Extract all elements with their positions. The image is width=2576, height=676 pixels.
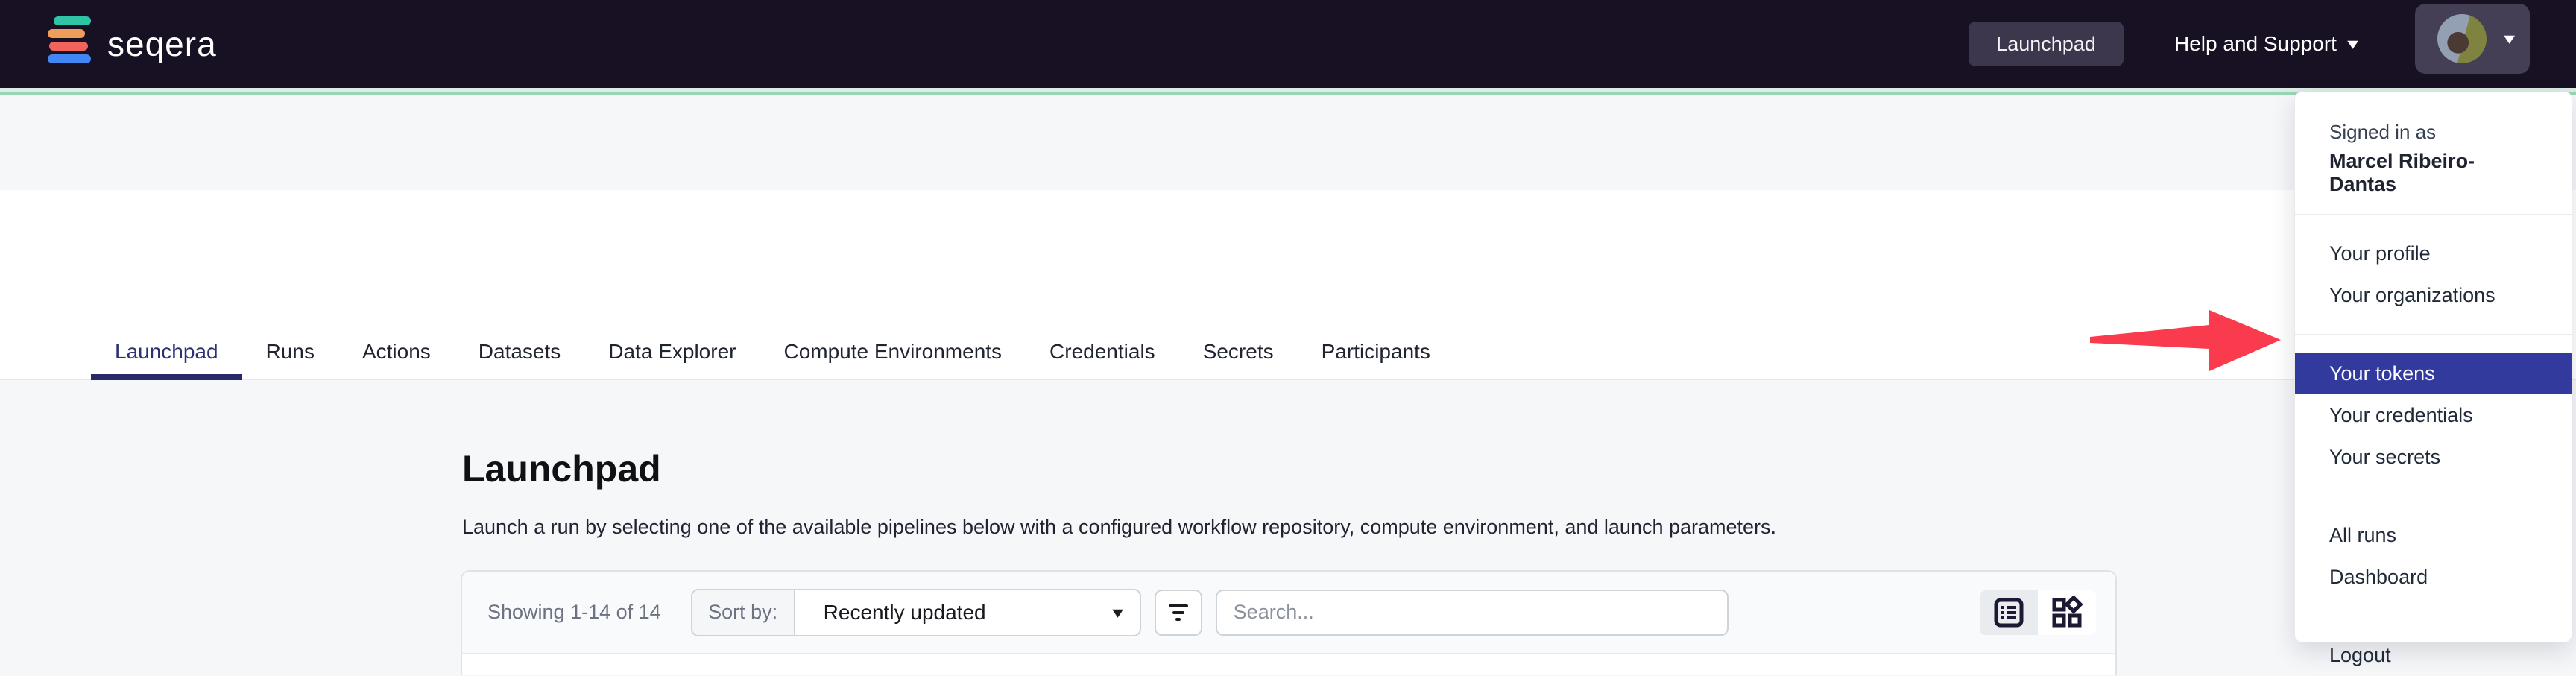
menu-divider [2295,214,2572,215]
tab-data-explorer[interactable]: Data Explorer [584,325,760,379]
sort-selected-value[interactable]: Recently updated ▾ [795,590,1140,635]
page-title: Launchpad [462,447,661,490]
list-view-icon [1993,597,2024,628]
workspace-tabs: Launchpad Runs Actions Datasets Data Exp… [91,325,1454,379]
pipelines-toolbar: Showing 1-14 of 14 Sort by: Recently upd… [462,572,2115,654]
menu-item-logout[interactable]: Logout [2295,634,2572,676]
sort-by-label: Sort by: [692,590,795,635]
menu-item-your-credentials[interactable]: Your credentials [2295,394,2572,436]
signed-in-header: Signed in as Marcel Ribeiro-Dantas [2295,118,2572,196]
view-toggle [1980,590,2096,635]
filter-lines-icon [1169,604,1188,607]
seqera-logo[interactable]: seqera [48,16,217,72]
menu-item-your-profile[interactable]: Your profile [2295,233,2572,274]
navbar-launchpad-button[interactable]: Launchpad [1969,22,2124,66]
search-input[interactable] [1216,590,1729,636]
menu-item-your-tokens[interactable]: Your tokens [2295,353,2572,394]
tab-datasets[interactable]: Datasets [455,325,585,379]
tab-compute-environments[interactable]: Compute Environments [760,325,1026,379]
grid-view-button[interactable] [2038,590,2096,635]
seqera-logo-icon [48,16,94,72]
brand-name: seqera [107,24,217,64]
filter-button[interactable] [1155,590,1202,636]
tab-launchpad[interactable]: Launchpad [91,325,242,379]
tab-secrets[interactable]: Secrets [1179,325,1298,379]
menu-divider [2295,334,2572,335]
menu-item-all-runs[interactable]: All runs [2295,514,2572,556]
top-navbar: seqera Launchpad Help and Support ▾ ▾ [0,0,2576,88]
menu-item-dashboard[interactable]: Dashboard [2295,556,2572,598]
menu-item-your-organizations[interactable]: Your organizations [2295,274,2572,316]
avatar [2437,14,2487,63]
user-menu-button[interactable]: ▾ [2415,4,2530,74]
tab-actions[interactable]: Actions [338,325,455,379]
user-dropdown-menu: Signed in as Marcel Ribeiro-Dantas Your … [2294,92,2572,642]
tab-credentials[interactable]: Credentials [1026,325,1179,379]
menu-item-your-secrets[interactable]: Your secrets [2295,436,2572,478]
list-view-button[interactable] [1980,590,2038,635]
signed-in-user-name: Marcel Ribeiro-Dantas [2329,150,2537,196]
chevron-down-icon: ▾ [2504,29,2515,48]
grid-view-icon [2051,596,2083,629]
red-pointer-arrow [2090,304,2282,376]
help-and-support-menu[interactable]: Help and Support ▾ [2174,0,2357,88]
pipelines-card: Showing 1-14 of 14 Sort by: Recently upd… [461,570,2117,675]
tab-runs[interactable]: Runs [242,325,338,379]
help-and-support-label: Help and Support [2174,32,2337,56]
chevron-down-icon: ▾ [1112,603,1123,622]
top-spacer-band [0,95,2576,190]
sort-select[interactable]: Sort by: Recently updated ▾ [691,589,1141,636]
signed-in-as-label: Signed in as [2329,121,2537,144]
results-count: Showing 1-14 of 14 [487,601,661,624]
tab-participants[interactable]: Participants [1298,325,1454,379]
page-description: Launch a run by selecting one of the ava… [462,516,1776,539]
chevron-down-icon: ▾ [2347,34,2358,54]
